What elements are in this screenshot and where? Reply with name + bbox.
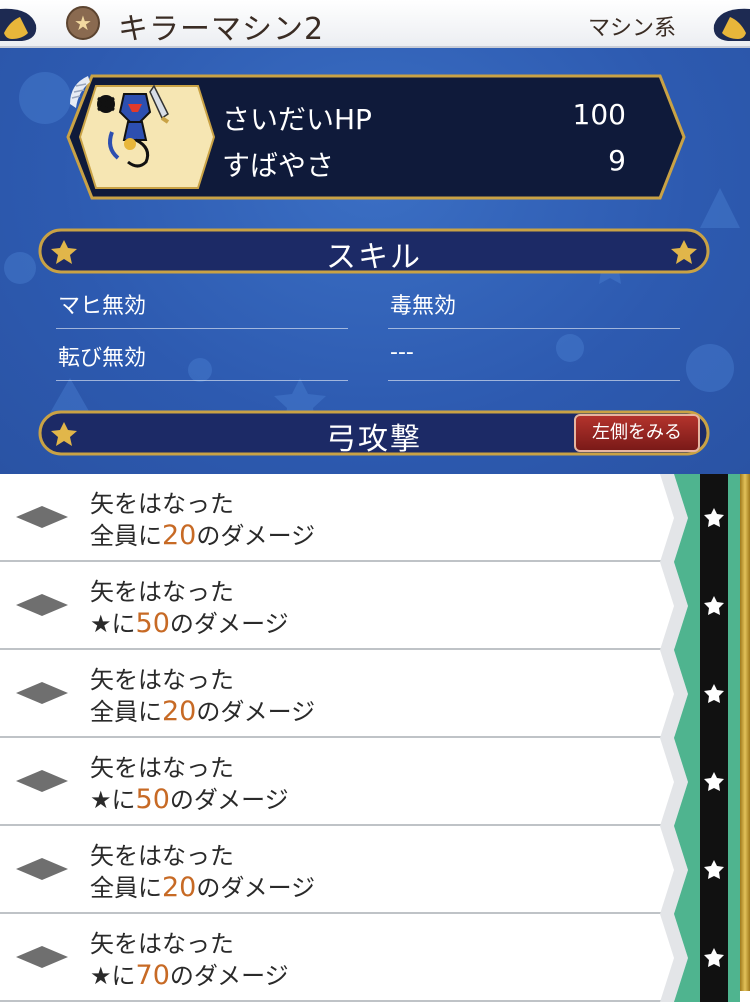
category-label: マシン系: [587, 16, 676, 41]
diamond-marker-icon: [16, 946, 68, 968]
speed-value: 9: [608, 144, 626, 177]
star-tab-icon: [660, 826, 740, 914]
attack-row[interactable]: 矢をはなった ★に50のダメージ: [0, 562, 700, 650]
attack-row[interactable]: 矢をはなった 全員に20のダメージ: [0, 650, 700, 738]
star-tab-icon: [660, 738, 740, 826]
wing-icon: [70, 76, 90, 108]
skill-item: 転び無効: [56, 336, 348, 381]
damage-amount: 20: [162, 872, 197, 903]
attack-action: 矢をはなった: [90, 490, 234, 518]
star-tab-icon: [660, 914, 740, 1002]
bow-attack-banner: 弓攻撃 左側をみる: [38, 410, 710, 457]
attack-target: 全員に: [90, 874, 162, 902]
skill-label: 毒無効: [390, 294, 457, 319]
attack-target: ★に: [90, 962, 136, 990]
damage-amount: 20: [162, 696, 197, 727]
attack-action: 矢をはなった: [90, 930, 234, 958]
damage-suffix: のダメージ: [196, 698, 316, 726]
damage-suffix: のダメージ: [169, 962, 289, 990]
damage-amount: 50: [135, 608, 170, 639]
title-bar: ★ キラーマシン2 マシン系: [0, 0, 750, 48]
damage-suffix: のダメージ: [196, 522, 316, 550]
skills-banner: スキル: [38, 228, 710, 275]
hp-label: さいだいHP: [222, 103, 372, 136]
skill-item: マヒ無効: [56, 284, 348, 329]
damage-amount: 70: [135, 960, 170, 991]
star-tab-icon: [660, 650, 740, 738]
attack-target: 全員に: [90, 698, 162, 726]
diamond-marker-icon: [16, 858, 68, 880]
damage-amount: 20: [162, 520, 197, 551]
skill-label: マヒ無効: [58, 294, 147, 319]
page-title: キラーマシン2: [118, 12, 325, 47]
hp-value: 100: [572, 98, 626, 131]
attack-effect: ★に70のダメージ: [90, 956, 289, 991]
attack-effect: ★に50のダメージ: [90, 780, 289, 815]
attack-effect: 全員に20のダメージ: [90, 516, 315, 551]
slime-cap-right-icon: [713, 8, 750, 42]
damage-suffix: のダメージ: [169, 610, 289, 638]
attack-effect: 全員に20のダメージ: [90, 692, 315, 727]
stats-box: さいだいHP 100 すばやさ 9: [66, 74, 686, 200]
attack-action: 矢をはなった: [90, 578, 234, 606]
skill-item: ---: [388, 336, 680, 381]
diamond-marker-icon: [16, 594, 68, 616]
damage-amount: 50: [135, 784, 170, 815]
view-left-button[interactable]: 左側をみる: [574, 414, 700, 452]
attack-target: ★に: [90, 786, 136, 814]
attack-effect: ★に50のダメージ: [90, 604, 289, 639]
monster-info-panel: さいだいHP 100 すばやさ 9 スキル マヒ無効 毒無効 転び無効 --- …: [0, 48, 750, 474]
speed-label: すばやさ: [222, 149, 335, 182]
attack-row[interactable]: 矢をはなった 全員に20のダメージ: [0, 826, 700, 914]
skill-item: 毒無効: [388, 284, 680, 329]
star-tab-icon: [660, 474, 740, 562]
attack-row[interactable]: 矢をはなった ★に50のダメージ: [0, 738, 700, 826]
diamond-marker-icon: [16, 682, 68, 704]
attack-action: 矢をはなった: [90, 666, 234, 694]
slime-cap-left-icon: [0, 8, 37, 42]
star-badge-icon: ★: [66, 6, 100, 40]
attack-target: ★に: [90, 610, 136, 638]
skills-title: スキル: [326, 240, 422, 275]
attack-row[interactable]: 矢をはなった ★に70のダメージ: [0, 914, 700, 1002]
star-tab-icon: [660, 562, 740, 650]
attack-effect: 全員に20のダメージ: [90, 868, 315, 903]
attack-target: 全員に: [90, 522, 162, 550]
skill-label: ---: [390, 340, 414, 365]
damage-suffix: のダメージ: [196, 874, 316, 902]
attack-action: 矢をはなった: [90, 754, 234, 782]
diamond-marker-icon: [16, 506, 68, 528]
attack-action: 矢をはなった: [90, 842, 234, 870]
diamond-marker-icon: [16, 770, 68, 792]
attack-row[interactable]: 矢をはなった 全員に20のダメージ: [0, 474, 700, 562]
damage-suffix: のダメージ: [169, 786, 289, 814]
skill-label: 転び無効: [58, 346, 147, 371]
gold-rail: [740, 474, 750, 991]
